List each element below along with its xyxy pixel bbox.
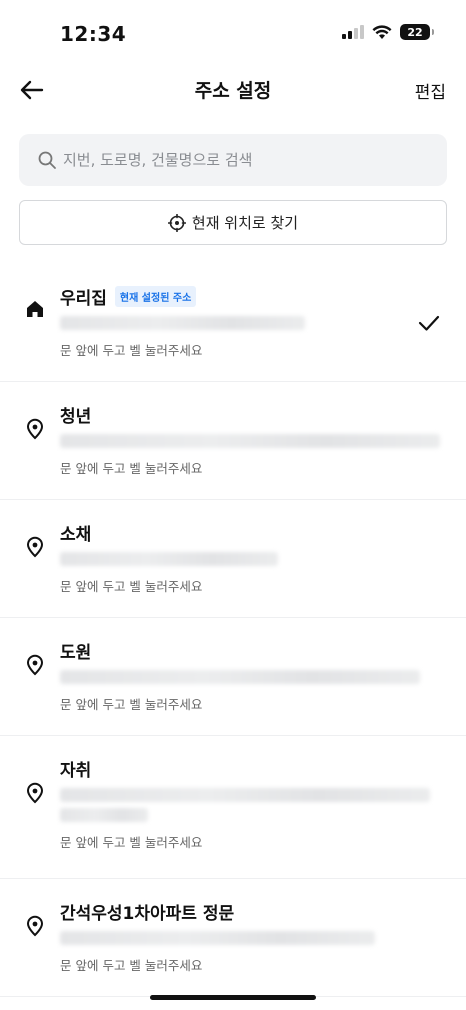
current-address-badge: 현재 설정된 주소 bbox=[114, 285, 197, 307]
address-item[interactable]: 간석우성1차아파트 정문 문 앞에 두고 벨 눌러주세요 bbox=[0, 879, 466, 997]
address-memo: 문 앞에 두고 벨 눌러주세요 bbox=[60, 579, 203, 594]
cellular-signal-icon bbox=[342, 25, 364, 39]
address-name: 자취 bbox=[60, 760, 92, 781]
location-pin-icon bbox=[26, 782, 44, 804]
status-bar: 12:34 22 bbox=[0, 0, 466, 70]
home-icon bbox=[27, 301, 43, 317]
address-item[interactable]: 도원 문 앞에 두고 벨 눌러주세요 bbox=[0, 618, 466, 736]
location-pin-icon bbox=[26, 915, 44, 937]
blurred-address bbox=[60, 788, 430, 802]
address-item-home[interactable]: 우리집 현재 설정된 주소 문 앞에 두고 벨 눌러주세요 bbox=[0, 256, 466, 382]
wifi-icon bbox=[372, 24, 392, 39]
blurred-address bbox=[60, 552, 278, 566]
header: 주소 설정 편집 bbox=[0, 70, 466, 112]
address-name: 청년 bbox=[60, 406, 92, 427]
address-list: 우리집 현재 설정된 주소 문 앞에 두고 벨 눌러주세요 청년 문 앞에 두고… bbox=[0, 256, 466, 997]
current-location-label: 현재 위치로 찾기 bbox=[191, 214, 299, 232]
location-pin-icon bbox=[26, 536, 44, 558]
blurred-address bbox=[60, 808, 148, 822]
search-bar[interactable] bbox=[19, 134, 447, 186]
status-icons: 22 bbox=[342, 24, 434, 40]
blurred-address bbox=[60, 434, 440, 448]
page-title: 주소 설정 bbox=[194, 80, 272, 102]
address-item[interactable]: 소채 문 앞에 두고 벨 눌러주세요 bbox=[0, 500, 466, 618]
address-name: 소채 bbox=[60, 524, 92, 545]
address-memo: 문 앞에 두고 벨 눌러주세요 bbox=[60, 461, 203, 476]
current-location-button[interactable]: 현재 위치로 찾기 bbox=[19, 200, 447, 245]
address-memo: 문 앞에 두고 벨 눌러주세요 bbox=[60, 958, 203, 973]
address-memo: 문 앞에 두고 벨 눌러주세요 bbox=[60, 835, 203, 850]
search-input[interactable] bbox=[63, 151, 423, 169]
status-time: 12:34 bbox=[60, 22, 127, 46]
search-icon bbox=[38, 151, 56, 169]
edit-button[interactable]: 편집 bbox=[415, 78, 446, 103]
address-name: 도원 bbox=[60, 642, 92, 663]
home-indicator[interactable] bbox=[150, 995, 316, 1000]
crosshair-icon bbox=[167, 213, 186, 232]
blurred-address bbox=[60, 316, 305, 330]
blurred-address bbox=[60, 670, 420, 684]
address-memo: 문 앞에 두고 벨 눌러주세요 bbox=[60, 697, 203, 712]
address-name: 우리집 bbox=[60, 288, 107, 309]
address-memo: 문 앞에 두고 벨 눌러주세요 bbox=[60, 343, 203, 358]
location-pin-icon bbox=[26, 418, 44, 440]
address-item[interactable]: 자취 문 앞에 두고 벨 눌러주세요 bbox=[0, 736, 466, 879]
battery-icon: 22 bbox=[400, 24, 434, 40]
blurred-address bbox=[60, 931, 375, 945]
address-item[interactable]: 청년 문 앞에 두고 벨 눌러주세요 bbox=[0, 382, 466, 500]
check-icon bbox=[418, 315, 440, 331]
address-name: 간석우성1차아파트 정문 bbox=[60, 903, 235, 924]
location-pin-icon bbox=[26, 654, 44, 676]
